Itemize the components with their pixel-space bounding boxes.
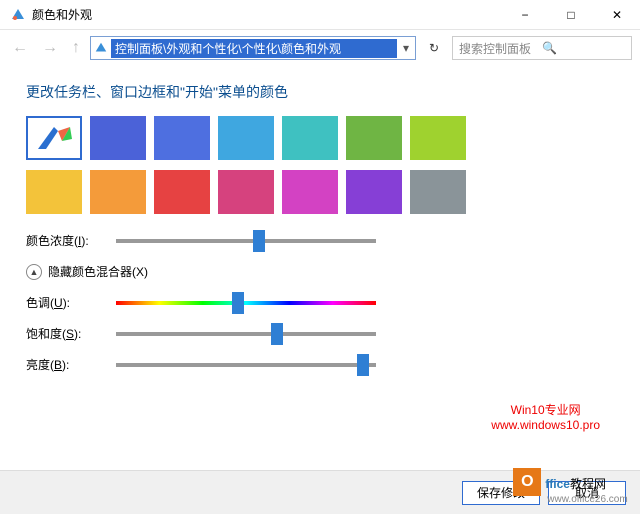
app-icon [10,7,26,23]
forward-button[interactable]: → [38,39,62,57]
search-icon: 🔍 [542,41,625,55]
back-button[interactable]: ← [8,39,32,57]
hue-label: 色调(U): [26,294,106,311]
intensity-slider[interactable] [116,239,376,243]
window-title: 颜色和外观 [32,6,502,23]
save-button[interactable]: 保存修改 [462,481,540,505]
up-button[interactable]: ↑ [68,39,84,57]
color-swatch[interactable] [26,116,82,160]
intensity-label: 颜色浓度(I): [26,232,106,249]
chevron-up-icon: ▲ [26,264,42,280]
intensity-row: 颜色浓度(I): [26,232,614,249]
titlebar: 颜色和外观 − □ ✕ [0,0,640,30]
swatch-row-1 [26,116,614,160]
hue-slider[interactable] [116,301,376,305]
maximize-button[interactable]: □ [548,0,594,29]
nav-row: ← → ↑ 控制面板\外观和个性化\个性化\颜色和外观 ▾ ↻ 搜索控制面板 🔍 [0,30,640,66]
color-swatch[interactable] [218,170,274,214]
color-swatch[interactable] [410,116,466,160]
cancel-button[interactable]: 取消 [548,481,626,505]
address-dropdown-icon[interactable]: ▾ [397,41,415,55]
address-bar[interactable]: 控制面板\外观和个性化\个性化\颜色和外观 ▾ [90,36,416,60]
bri-row: 亮度(B): [26,356,614,373]
search-input[interactable]: 搜索控制面板 🔍 [452,36,632,60]
address-text: 控制面板\外观和个性化\个性化\颜色和外观 [111,39,397,58]
refresh-button[interactable]: ↻ [422,36,446,60]
color-swatch[interactable] [282,170,338,214]
sat-label: 饱和度(S): [26,325,106,342]
color-swatch[interactable] [90,116,146,160]
bri-slider[interactable] [116,363,376,367]
address-icon [91,41,111,55]
sat-row: 饱和度(S): [26,325,614,342]
color-swatch[interactable] [346,116,402,160]
content-area: 更改任务栏、窗口边框和"开始"菜单的颜色 颜色浓度(I): ▲ 隐藏颜色混合器(… [0,66,640,397]
color-swatch[interactable] [154,170,210,214]
color-swatch[interactable] [26,170,82,214]
sat-slider[interactable] [116,332,376,336]
swatch-row-2 [26,170,614,214]
minimize-button[interactable]: − [502,0,548,29]
color-swatch[interactable] [410,170,466,214]
sat-thumb[interactable] [271,323,283,345]
bri-label: 亮度(B): [26,356,106,373]
search-placeholder: 搜索控制面板 [459,40,542,57]
color-swatch[interactable] [90,170,146,214]
close-button[interactable]: ✕ [594,0,640,29]
intensity-thumb[interactable] [253,230,265,252]
color-swatch[interactable] [154,116,210,160]
color-swatch[interactable] [218,116,274,160]
watermark: Win10专业网 www.windows10.pro [491,403,600,434]
mixer-toggle[interactable]: ▲ 隐藏颜色混合器(X) [26,263,614,280]
color-swatch[interactable] [282,116,338,160]
color-swatch[interactable] [346,170,402,214]
mixer-label: 隐藏颜色混合器(X) [48,263,148,280]
page-heading: 更改任务栏、窗口边框和"开始"菜单的颜色 [26,82,614,102]
footer: 保存修改 取消 [0,470,640,514]
hue-row: 色调(U): [26,294,614,311]
bri-thumb[interactable] [357,354,369,376]
hue-thumb[interactable] [232,292,244,314]
